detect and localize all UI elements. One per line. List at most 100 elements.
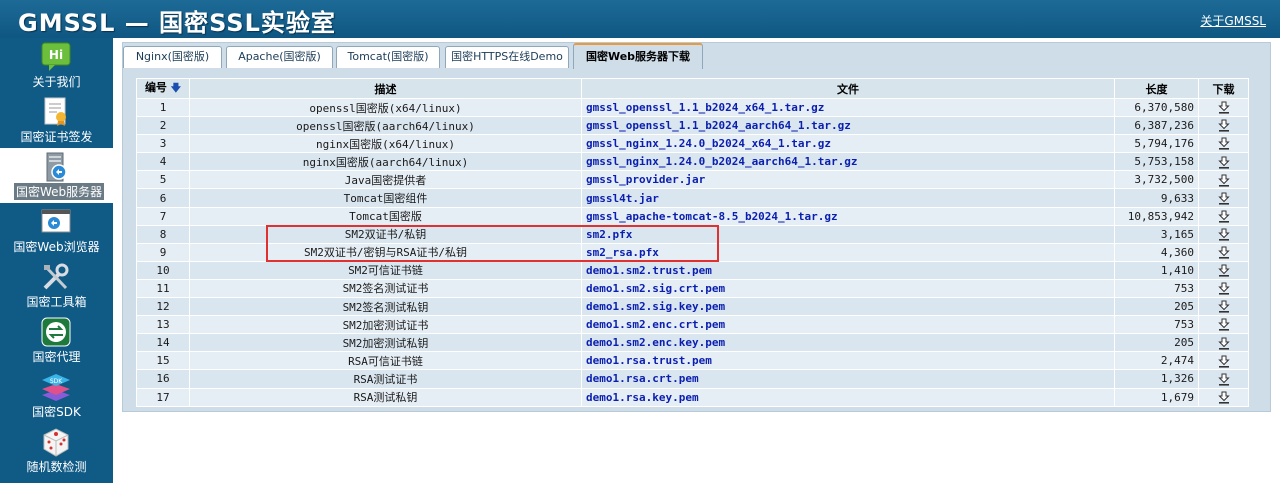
row-number: 15	[136, 351, 190, 371]
sidebar-item-proxy[interactable]: 国密代理	[0, 313, 113, 368]
file-link[interactable]: demo1.sm2.enc.crt.pem	[581, 315, 1115, 335]
download-icon	[1217, 137, 1230, 151]
file-link[interactable]: demo1.sm2.sig.key.pem	[581, 297, 1115, 317]
sidebar-item-sdk[interactable]: SDK 国密SDK	[0, 368, 113, 423]
column-header-download: 下载	[1198, 78, 1249, 99]
hi-icon: Hi	[41, 42, 71, 71]
file-link[interactable]: gmssl_openssl_1.1_b2024_aarch64_1.tar.gz	[581, 116, 1115, 136]
table-row: 11 SM2签名测试证书 demo1.sm2.sig.crt.pem 753	[136, 278, 1249, 299]
download-button[interactable]	[1198, 387, 1249, 407]
sidebar-item-web-browser[interactable]: 国密Web浏览器	[0, 203, 113, 258]
column-header-length: 长度	[1114, 78, 1199, 99]
file-link[interactable]: gmssl_openssl_1.1_b2024_x64_1.tar.gz	[581, 97, 1115, 118]
download-icon	[1217, 355, 1230, 368]
download-button[interactable]	[1198, 188, 1249, 208]
tab-web-server-download[interactable]: 国密Web服务器下载	[573, 43, 703, 69]
row-description: Tomcat国密组件	[189, 188, 582, 208]
sidebar-item-label: 随机数检测	[26, 460, 87, 474]
row-description: SM2加密测试证书	[189, 315, 582, 335]
table-row: 6 Tomcat国密组件 gmssl4t.jar 9,633	[136, 188, 1249, 208]
row-length: 3,732,500	[1114, 170, 1199, 190]
row-length: 205	[1114, 333, 1199, 353]
download-button[interactable]	[1198, 369, 1249, 389]
column-header-label: 编号	[144, 81, 167, 94]
table-row: 7 Tomcat国密版 gmssl_apache-tomcat-8.5_b2024_…	[136, 206, 1249, 226]
file-link[interactable]: demo1.sm2.enc.key.pem	[581, 333, 1115, 353]
tab-nginx[interactable]: Nginx(国密版)	[123, 46, 222, 68]
file-link[interactable]: sm2_rsa.pfx	[581, 242, 1115, 262]
row-description: SM2双证书/密钥与RSA证书/私钥	[189, 242, 582, 262]
table-row: 10 SM2可信证书链 demo1.sm2.trust.pem 1,410	[136, 260, 1249, 280]
row-length: 205	[1114, 297, 1199, 317]
site-title: GMSSL — 国密SSL实验室	[18, 9, 336, 37]
download-icon	[1217, 337, 1230, 350]
download-icon	[1217, 282, 1230, 295]
table-row: 5 Java国密提供者 gmssl_provider.jar 3,732,500	[136, 170, 1249, 190]
table-row: 12 SM2签名测试私钥 demo1.sm2.sig.key.pem 205	[136, 297, 1249, 317]
download-icon	[1217, 101, 1230, 114]
download-button[interactable]	[1198, 333, 1249, 353]
file-link[interactable]: sm2.pfx	[581, 224, 1115, 244]
download-button[interactable]	[1198, 297, 1249, 317]
row-length: 2,474	[1114, 351, 1199, 371]
download-button[interactable]	[1198, 97, 1249, 118]
download-button[interactable]	[1198, 206, 1249, 226]
file-link[interactable]: gmssl_nginx_1.24.0_b2024_x64_1.tar.gz	[581, 134, 1115, 154]
download-button[interactable]	[1198, 278, 1249, 299]
file-link[interactable]: gmssl_nginx_1.24.0_b2024_aarch64_1.tar.g…	[581, 152, 1115, 172]
row-number: 17	[136, 387, 190, 407]
download-icon	[1217, 318, 1230, 332]
row-number: 14	[136, 333, 190, 353]
row-description: RSA测试证书	[189, 369, 582, 389]
row-length: 10,853,942	[1114, 206, 1199, 226]
download-button[interactable]	[1198, 351, 1249, 371]
row-length: 5,753,158	[1114, 152, 1199, 172]
file-link[interactable]: gmssl_provider.jar	[581, 170, 1115, 190]
column-header-num[interactable]: 编号 🡇	[136, 78, 190, 99]
sidebar-item-toolbox[interactable]: 国密工具箱	[0, 258, 113, 313]
download-button[interactable]	[1198, 315, 1249, 335]
download-icon	[1217, 391, 1230, 404]
file-link[interactable]: demo1.sm2.trust.pem	[581, 260, 1115, 280]
svg-text:Hi: Hi	[49, 48, 63, 62]
download-button[interactable]	[1198, 116, 1249, 136]
file-link[interactable]: demo1.sm2.sig.crt.pem	[581, 278, 1115, 299]
download-icon	[1217, 246, 1230, 259]
sidebar-item-about[interactable]: Hi 关于我们	[0, 38, 113, 93]
file-link[interactable]: demo1.rsa.crt.pem	[581, 369, 1115, 389]
file-link[interactable]: gmssl4t.jar	[581, 188, 1115, 208]
row-number: 9	[136, 242, 190, 262]
row-length: 3,165	[1114, 224, 1199, 244]
download-icon	[1217, 264, 1230, 277]
download-button[interactable]	[1198, 170, 1249, 190]
row-description: SM2双证书/私钥	[189, 224, 582, 244]
row-length: 4,360	[1114, 242, 1199, 262]
row-length: 753	[1114, 278, 1199, 299]
download-button[interactable]	[1198, 152, 1249, 172]
table-row: 2 openssl国密版(aarch64/linux) gmssl_openssl_…	[136, 116, 1249, 136]
row-number: 12	[136, 297, 190, 317]
sidebar-item-web-server[interactable]: 国密Web服务器	[0, 148, 113, 203]
download-button[interactable]	[1198, 224, 1249, 244]
row-description: RSA测试私钥	[189, 387, 582, 407]
browser-icon	[41, 209, 71, 233]
row-description: nginx国密版(x64/linux)	[189, 134, 582, 154]
row-description: SM2签名测试证书	[189, 278, 582, 299]
download-button[interactable]	[1198, 242, 1249, 262]
about-gmssl-link[interactable]: 关于GMSSL	[1200, 12, 1266, 29]
tab-https-demo[interactable]: 国密HTTPS在线Demo	[445, 46, 569, 68]
tab-tomcat[interactable]: Tomcat(国密版)	[336, 46, 440, 68]
sidebar-item-label: 国密Web浏览器	[13, 240, 100, 254]
table-row: 9 SM2双证书/密钥与RSA证书/私钥 sm2_rsa.pfx 4,360	[136, 242, 1249, 262]
app-header: GMSSL — 国密SSL实验室 关于GMSSL	[0, 0, 1280, 38]
file-link[interactable]: gmssl_apache-tomcat-8.5_b2024_1.tar.gz	[581, 206, 1115, 226]
sidebar-item-random-test[interactable]: 随机数检测	[0, 423, 113, 478]
server-icon	[46, 152, 67, 182]
file-link[interactable]: demo1.rsa.key.pem	[581, 387, 1115, 407]
sidebar-item-cert-issue[interactable]: 国密证书签发	[0, 93, 113, 148]
sidebar-item-label: 关于我们	[32, 75, 81, 89]
download-button[interactable]	[1198, 260, 1249, 280]
download-button[interactable]	[1198, 134, 1249, 154]
tab-apache[interactable]: Apache(国密版)	[226, 46, 333, 68]
file-link[interactable]: demo1.rsa.trust.pem	[581, 351, 1115, 371]
